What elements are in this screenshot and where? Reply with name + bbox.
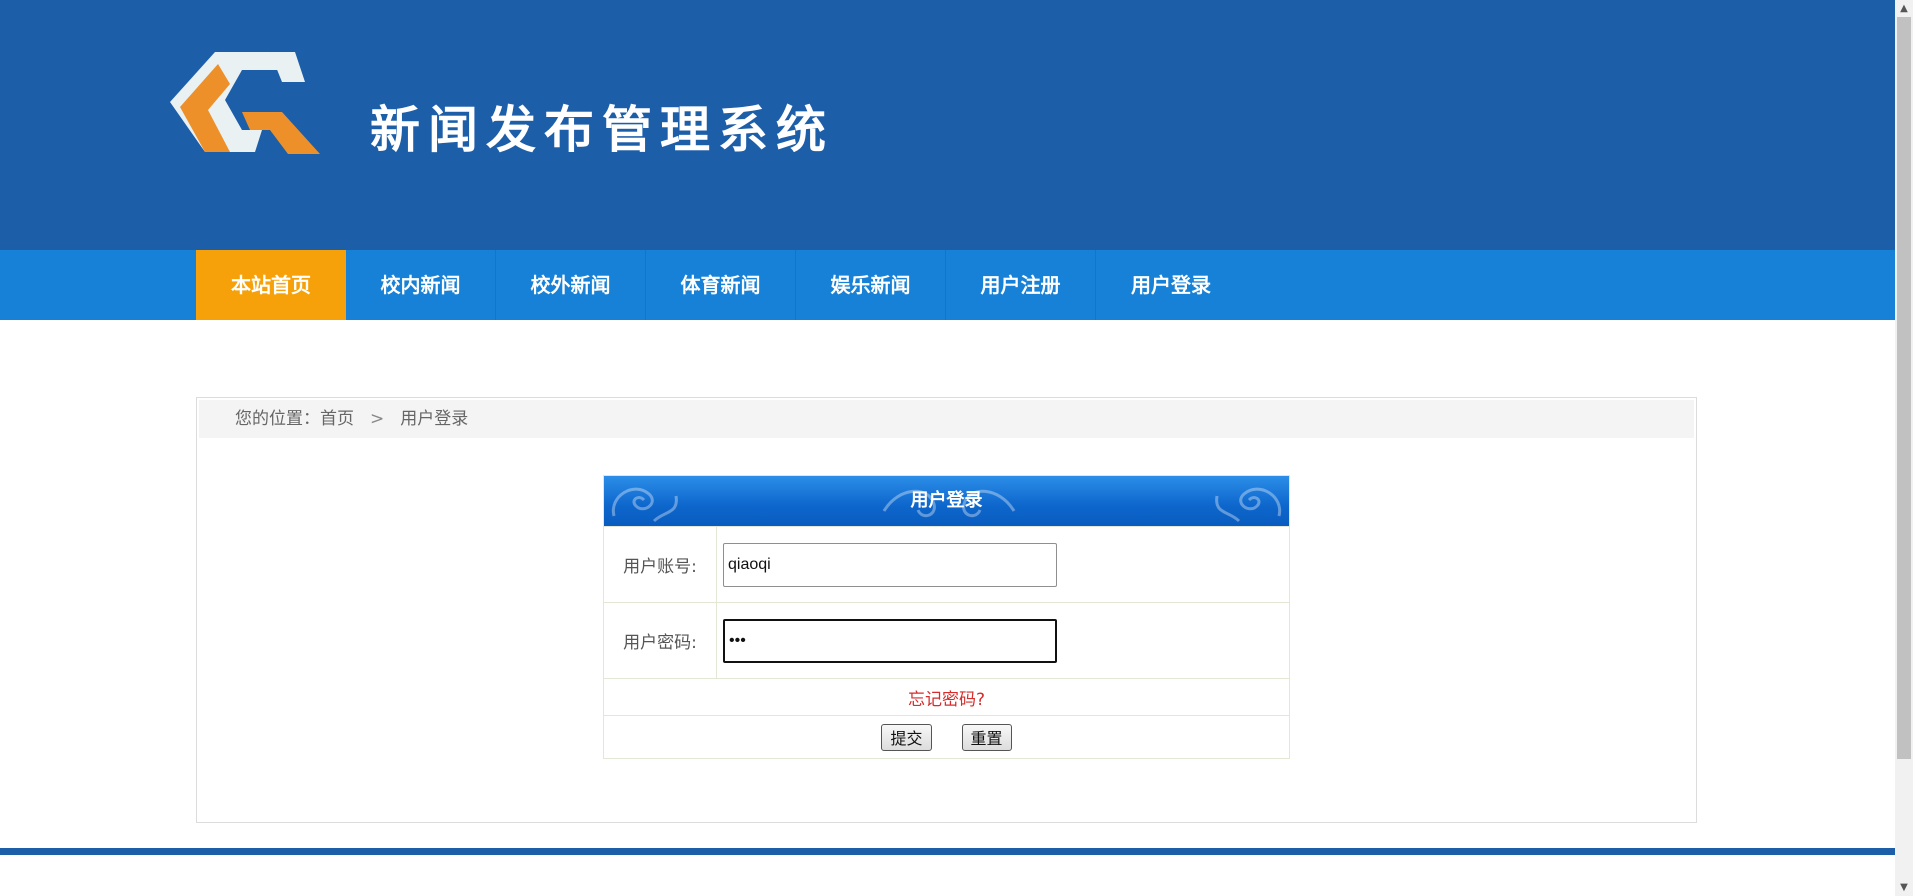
scroll-up-icon[interactable]: ▲ bbox=[1895, 0, 1913, 17]
ornament-left-icon bbox=[611, 487, 678, 523]
forgot-password-link[interactable]: 忘记密码? bbox=[908, 685, 985, 710]
nav-item-login[interactable]: 用户登录 bbox=[1096, 250, 1246, 320]
username-row: 用户账号: bbox=[604, 526, 1289, 602]
nav-item-register[interactable]: 用户注册 bbox=[946, 250, 1096, 320]
breadcrumb-separator: > bbox=[370, 409, 385, 429]
breadcrumb-home-link[interactable]: 首页 bbox=[320, 409, 354, 429]
nav-item-sports-news[interactable]: 体育新闻 bbox=[646, 250, 796, 320]
nav-items: 本站首页 校内新闻 校外新闻 体育新闻 娱乐新闻 用户注册 用户登录 bbox=[196, 250, 1246, 320]
site-logo bbox=[170, 52, 320, 154]
nav-item-home[interactable]: 本站首页 bbox=[196, 250, 346, 320]
login-form-title: 用户登录 bbox=[910, 490, 983, 511]
login-form-header: 用户登录 bbox=[604, 476, 1289, 526]
scroll-down-icon[interactable]: ▼ bbox=[1895, 879, 1913, 896]
password-row: 用户密码: bbox=[604, 602, 1289, 678]
nav-item-campus-news[interactable]: 校内新闻 bbox=[346, 250, 496, 320]
actions-row: 提交 重置 bbox=[604, 715, 1289, 758]
login-form: 用户登录 用户账号: 用户密码: 忘记密码? 提交 重置 bbox=[603, 475, 1290, 759]
nav-item-entertainment-news[interactable]: 娱乐新闻 bbox=[796, 250, 946, 320]
nav-item-external-news[interactable]: 校外新闻 bbox=[496, 250, 646, 320]
username-input[interactable] bbox=[723, 542, 1057, 587]
breadcrumb-prefix: 您的位置： bbox=[235, 409, 320, 429]
password-label: 用户密码: bbox=[604, 603, 717, 678]
footer-divider bbox=[0, 848, 1895, 855]
breadcrumb: 您的位置：首页 > 用户登录 bbox=[199, 400, 1694, 438]
ornament-right-icon bbox=[1215, 487, 1282, 523]
password-input[interactable] bbox=[723, 618, 1057, 663]
page: 新闻发布管理系统 本站首页 校内新闻 校外新闻 体育新闻 娱乐新闻 用户注册 用… bbox=[0, 0, 1895, 896]
submit-button[interactable]: 提交 bbox=[881, 723, 932, 751]
username-label: 用户账号: bbox=[604, 527, 717, 602]
main-nav: 本站首页 校内新闻 校外新闻 体育新闻 娱乐新闻 用户注册 用户登录 bbox=[0, 250, 1895, 320]
site-title: 新闻发布管理系统 bbox=[370, 101, 834, 159]
forgot-row: 忘记密码? bbox=[604, 678, 1289, 715]
breadcrumb-current: 用户登录 bbox=[400, 409, 469, 429]
scrollbar-thumb[interactable] bbox=[1897, 17, 1911, 759]
reset-button[interactable]: 重置 bbox=[961, 723, 1012, 751]
page-scrollbar[interactable]: ▲ ▼ bbox=[1895, 0, 1913, 896]
password-field-cell bbox=[717, 603, 1289, 678]
site-header: 新闻发布管理系统 bbox=[0, 0, 1895, 250]
username-field-cell bbox=[717, 527, 1289, 602]
